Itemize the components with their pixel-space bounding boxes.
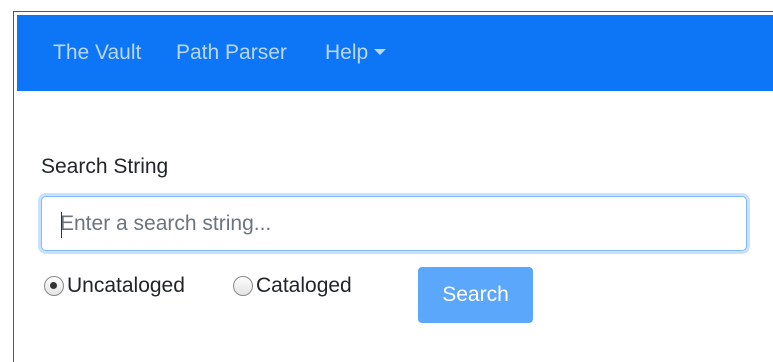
nav-link-path-parser[interactable]: Path Parser (176, 41, 287, 65)
caret-down-icon (374, 49, 387, 55)
radio-cataloged-label: Cataloged (256, 274, 352, 297)
search-string-label: Search String (41, 155, 169, 178)
nav-link-the-vault[interactable]: The Vault (53, 41, 141, 65)
nav-help-label: Help (325, 41, 369, 64)
radio-uncataloged-label: Uncataloged (67, 274, 185, 297)
radio-cataloged[interactable]: Cataloged (233, 272, 352, 300)
nav-dropdown-help[interactable]: Help (325, 41, 387, 65)
radio-checked-icon[interactable] (44, 276, 64, 296)
navbar: The Vault Path Parser Help (17, 15, 773, 91)
radio-uncataloged[interactable]: Uncataloged (44, 272, 185, 300)
page-frame: The Vault Path Parser Help Search String… (13, 11, 773, 362)
search-button[interactable]: Search (418, 267, 533, 323)
text-cursor (61, 212, 62, 238)
search-input[interactable] (41, 196, 747, 251)
radio-unchecked-icon[interactable] (233, 276, 253, 296)
